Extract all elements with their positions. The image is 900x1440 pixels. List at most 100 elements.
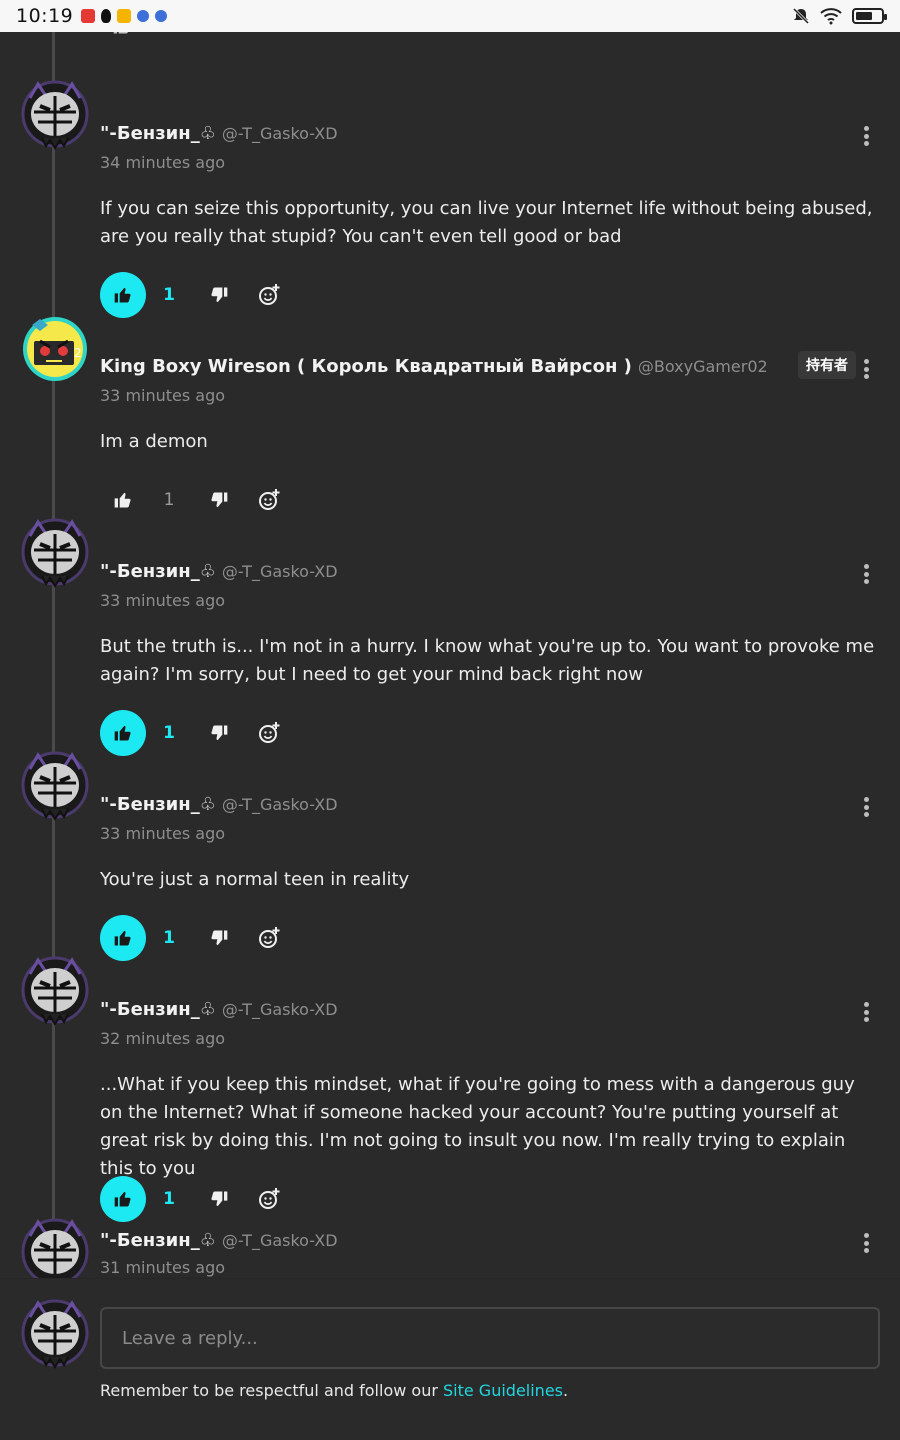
thumbs-down-icon — [211, 725, 228, 741]
comment-actions: 1 — [100, 710, 292, 756]
avatar[interactable] — [20, 78, 90, 150]
thumbs-up-icon — [113, 32, 128, 34]
like-count: 1 — [163, 490, 175, 510]
current-user-avatar — [20, 1297, 90, 1369]
like-count: 1 — [163, 285, 175, 305]
paw-icon — [137, 10, 150, 22]
add-reaction-button[interactable] — [246, 477, 292, 523]
add-emoji-icon — [259, 722, 280, 743]
comment-actions: 1 — [100, 477, 292, 523]
dislike-button[interactable] — [196, 477, 242, 523]
timestamp: 33 minutes ago — [100, 591, 226, 610]
wifi-icon — [820, 8, 842, 25]
status-time: 10:19 — [16, 5, 74, 27]
avatar[interactable] — [20, 749, 90, 821]
thumbs-down-icon — [211, 492, 228, 508]
username[interactable]: "-Бензин_♧ — [100, 123, 216, 144]
username[interactable]: King Boxy Wireson ( Король Квадратный Ва… — [100, 356, 632, 377]
comment-actions: 1 — [100, 915, 292, 961]
thumbs-down-icon — [211, 930, 228, 946]
status-bar: 10:19 — [0, 0, 900, 32]
like-button[interactable] — [100, 915, 146, 961]
comment-feed[interactable]: "-Бензин_♧ @-T_Gasko-XD 34 minutes ago I… — [0, 32, 900, 1278]
username[interactable]: "-Бензин_♧ — [100, 999, 216, 1020]
more-options-button[interactable] — [858, 357, 874, 381]
comment-actions: 1 — [100, 1176, 292, 1222]
mute-bell-icon — [792, 7, 810, 25]
dislike-button[interactable] — [196, 1176, 242, 1222]
thumbs-up-icon — [114, 725, 131, 741]
battery-icon — [852, 8, 887, 24]
thread-line — [52, 32, 55, 1278]
like-button[interactable] — [100, 710, 146, 756]
thumbs-up-icon — [114, 930, 131, 946]
more-options-button[interactable] — [858, 562, 874, 586]
user-handle[interactable]: @-T_Gasko-XD — [222, 562, 338, 581]
add-reaction-button[interactable] — [246, 1176, 292, 1222]
like-count: 1 — [163, 1189, 175, 1209]
more-options-button[interactable] — [858, 795, 874, 819]
notification-icons — [81, 9, 168, 23]
site-guidelines-link[interactable]: Site Guidelines — [443, 1381, 563, 1400]
reply-bar: Remember to be respectful and follow our… — [0, 1278, 900, 1440]
avatar[interactable] — [20, 516, 90, 588]
avatar[interactable]: 2 — [20, 311, 90, 383]
dislike-button[interactable] — [196, 272, 242, 318]
reply-input[interactable] — [100, 1307, 880, 1369]
username[interactable]: "-Бензин_♧ — [100, 1230, 216, 1251]
comment-header: "-Бензин_♧ @-T_Gasko-XD — [100, 123, 338, 144]
user-handle[interactable]: @-T_Gasko-XD — [222, 1231, 338, 1250]
more-options-button[interactable] — [858, 1231, 874, 1255]
guidelines-notice: Remember to be respectful and follow our… — [100, 1381, 568, 1400]
more-options-button[interactable] — [858, 124, 874, 148]
guidelines-suffix: . — [563, 1381, 569, 1400]
add-emoji-icon — [259, 1188, 280, 1209]
thumbs-down-icon — [211, 1191, 228, 1207]
timestamp: 34 minutes ago — [100, 153, 226, 172]
user-handle[interactable]: @-T_Gasko-XD — [222, 795, 338, 814]
like-button[interactable] — [100, 272, 146, 318]
paw-icon-2 — [155, 10, 168, 22]
thumbs-down-icon — [211, 287, 228, 303]
comment-header: "-Бензин_♧ @-T_Gasko-XD — [100, 561, 338, 582]
timestamp: 31 minutes ago — [100, 1258, 226, 1277]
like-button[interactable] — [100, 1176, 146, 1222]
timestamp: 32 minutes ago — [100, 1029, 226, 1048]
owner-badge: 持有者 — [798, 351, 856, 379]
mail-icon — [117, 9, 132, 23]
thumbs-up-icon — [114, 1191, 131, 1207]
avatar[interactable] — [20, 954, 90, 1026]
user-handle[interactable]: @BoxyGamer02 — [638, 357, 768, 376]
add-reaction-button[interactable] — [246, 710, 292, 756]
like-button[interactable] — [100, 477, 146, 523]
user-handle[interactable]: @-T_Gasko-XD — [222, 1000, 338, 1019]
username[interactable]: "-Бензин_♧ — [100, 561, 216, 582]
dislike-button[interactable] — [196, 915, 242, 961]
comment-header: "-Бензин_♧ @-T_Gasko-XD — [100, 1230, 338, 1251]
svg-text:2: 2 — [74, 346, 82, 360]
username[interactable]: "-Бензин_♧ — [100, 794, 216, 815]
add-reaction-button[interactable] — [246, 272, 292, 318]
penguin-icon — [101, 9, 112, 23]
avatar[interactable] — [20, 1216, 90, 1278]
comment-text: ...What if you keep this mindset, what i… — [100, 1074, 855, 1179]
timestamp: 33 minutes ago — [100, 386, 226, 405]
previous-comment-actions — [112, 32, 132, 36]
add-reaction-button[interactable] — [246, 915, 292, 961]
comment-header: King Boxy Wireson ( Король Квадратный Ва… — [100, 356, 768, 377]
comment-text: Im a demon — [100, 431, 208, 452]
thumbs-up-icon — [114, 492, 131, 508]
dislike-button[interactable] — [196, 710, 242, 756]
add-emoji-icon — [259, 284, 280, 305]
comment-text: But the truth is... I'm not in a hurry. … — [100, 636, 875, 685]
user-handle[interactable]: @-T_Gasko-XD — [222, 124, 338, 143]
like-count: 1 — [163, 928, 175, 948]
comment-text: If you can seize this opportunity, you c… — [100, 198, 873, 247]
thumbs-up-icon — [114, 287, 131, 303]
comment-text: You're just a normal teen in reality — [100, 869, 410, 890]
add-emoji-icon — [259, 927, 280, 948]
app-notification-icon — [81, 9, 96, 23]
more-options-button[interactable] — [858, 1000, 874, 1024]
comment-actions: 1 — [100, 272, 292, 318]
comment-header: "-Бензин_♧ @-T_Gasko-XD — [100, 794, 338, 815]
